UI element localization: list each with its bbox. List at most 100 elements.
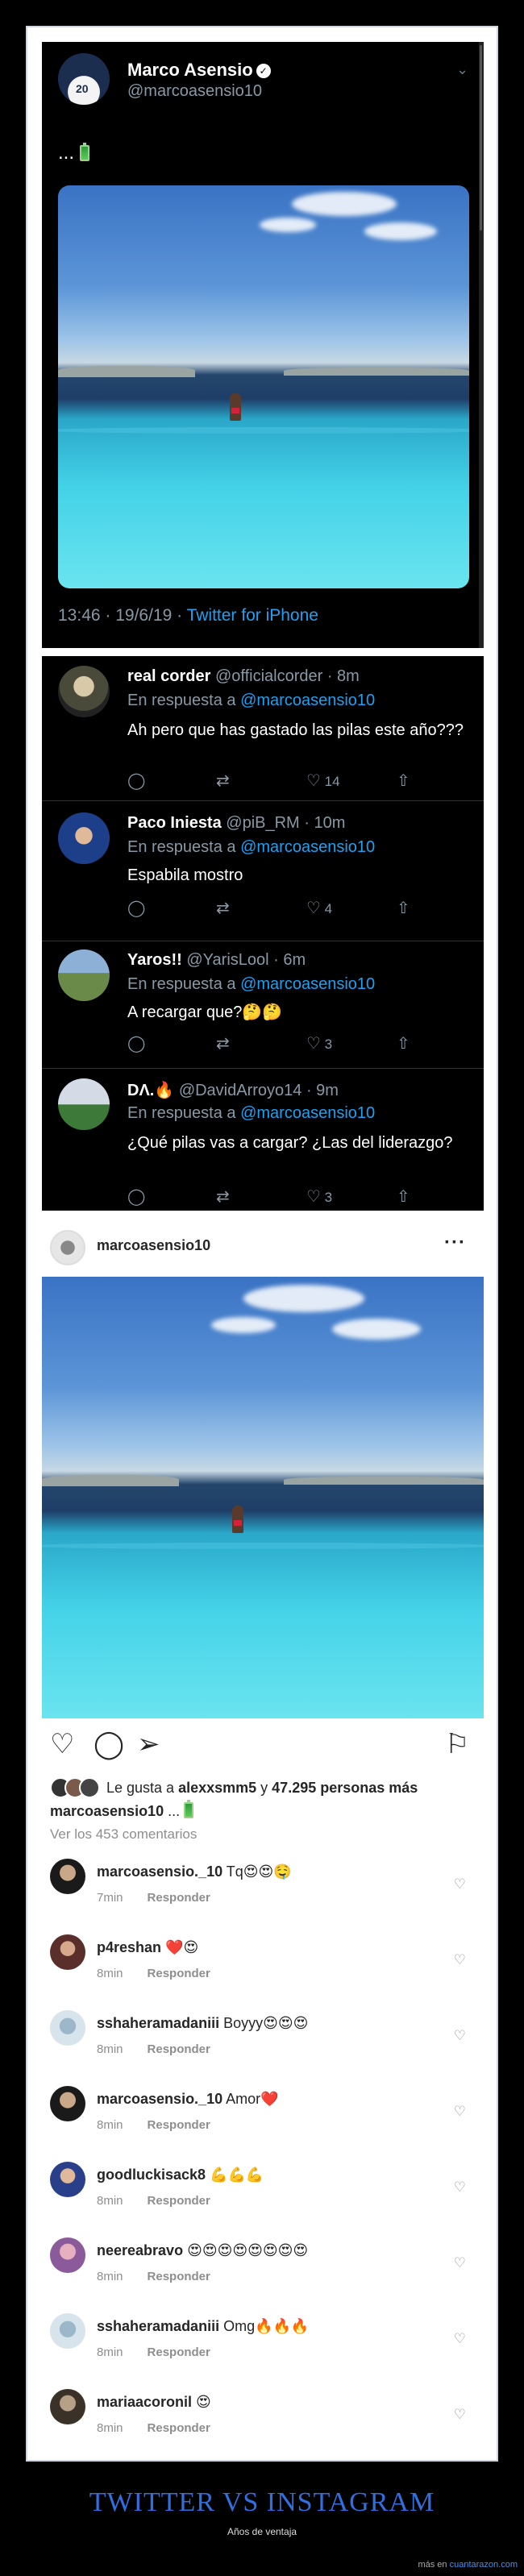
share-icon[interactable]: ⇧ — [397, 771, 410, 791]
avatar[interactable] — [58, 1078, 110, 1130]
post-username[interactable]: marcoasensio10 — [97, 1237, 210, 1254]
scrollbar-thumb[interactable] — [480, 45, 482, 231]
tweet-author-handle[interactable]: @marcoasensio10 — [127, 82, 262, 101]
heart-icon[interactable]: ♡ — [50, 1728, 74, 1760]
comment-username[interactable]: goodluckisack8 — [97, 2167, 206, 2183]
send-icon[interactable]: ➢ — [137, 1728, 160, 1760]
reply-item[interactable]: Yaros!! @YarisLool · 6m En respuesta a @… — [42, 941, 484, 1069]
reply-author[interactable]: Paco Iniesta @piB_RM · 10m — [127, 814, 345, 833]
retweet-icon[interactable]: ⇄ — [216, 771, 230, 791]
reply-author[interactable]: Yaros!! @YarisLool · 6m — [127, 951, 306, 970]
comment-heart-icon[interactable]: ♡ — [454, 2255, 466, 2271]
comment-username[interactable]: sshaheramadaniii — [97, 2318, 219, 2334]
like-button[interactable]: ♡ 3 — [306, 1033, 332, 1053]
liker-username[interactable]: alexxsmm5 — [178, 1780, 256, 1796]
comment-username[interactable]: mariaacoronil — [97, 2394, 192, 2410]
view-all-comments-link[interactable]: Ver los 453 comentarios — [50, 1826, 197, 1843]
tweet-source-link[interactable]: Twitter for iPhone — [187, 606, 318, 625]
comment-heart-icon[interactable]: ♡ — [454, 2331, 466, 2347]
avatar[interactable] — [50, 2010, 85, 2046]
retweet-icon[interactable]: ⇄ — [216, 898, 230, 918]
comment-meta: 8min Responder — [97, 2270, 210, 2283]
reply-item[interactable]: DΛ.🔥 @DavidArroyo14 · 9m En respuesta a … — [42, 1069, 484, 1211]
source-link[interactable]: cuantarazon.com — [450, 2560, 518, 2570]
meme-subtitle: Años de ventaja — [227, 2526, 297, 2537]
mention-link[interactable]: @marcoasensio10 — [240, 692, 375, 709]
more-options-icon[interactable]: ··· — [444, 1232, 466, 1254]
avatar[interactable] — [50, 2162, 85, 2197]
likes-count[interactable]: 47.295 personas más — [272, 1780, 418, 1796]
comment-text: marcoasensio._10 Tq😍😍🤤 — [97, 1863, 292, 1880]
likes-summary[interactable]: Le gusta a alexxsmm5 y 47.295 personas m… — [50, 1777, 418, 1798]
reply-link[interactable]: Responder — [148, 2421, 210, 2435]
comment-heart-icon[interactable]: ♡ — [454, 2028, 466, 2044]
like-count: 3 — [324, 1190, 333, 1205]
avatar[interactable] — [58, 666, 110, 717]
post-photo[interactable] — [42, 1277, 484, 1718]
share-icon[interactable]: ⇧ — [397, 1186, 410, 1207]
avatar[interactable] — [50, 2086, 85, 2121]
reply-link[interactable]: Responder — [148, 2270, 210, 2283]
like-button[interactable]: ♡ 3 — [306, 1186, 332, 1207]
reply-link[interactable]: Responder — [148, 2194, 210, 2208]
avatar[interactable] — [58, 812, 110, 864]
mention-link[interactable]: @marcoasensio10 — [240, 1104, 375, 1122]
comment-username[interactable]: neereabravo — [97, 2242, 183, 2258]
retweet-icon[interactable]: ⇄ — [216, 1033, 230, 1053]
comment-icon[interactable]: ◯ — [127, 1186, 145, 1207]
share-icon[interactable]: ⇧ — [397, 1033, 410, 1053]
reply-author-handle: @officialcorder · 8m — [214, 667, 360, 685]
comment-heart-icon[interactable]: ♡ — [454, 2179, 466, 2196]
avatar[interactable] — [50, 2313, 85, 2349]
reply-item[interactable]: Paco Iniesta @piB_RM · 10m En respuesta … — [42, 801, 484, 941]
caption-username[interactable]: marcoasensio10 — [50, 1803, 164, 1819]
tweet-photo[interactable] — [58, 185, 469, 588]
retweet-icon[interactable]: ⇄ — [216, 1186, 230, 1207]
reply-author-handle: @DavidArroyo14 · 9m — [178, 1082, 339, 1099]
reply-author-handle: @YarisLool · 6m — [186, 951, 306, 969]
comment-heart-icon[interactable]: ♡ — [454, 2407, 466, 2423]
share-icon[interactable]: ⇧ — [397, 898, 410, 918]
reply-link[interactable]: Responder — [148, 2042, 210, 2056]
tweet-text: ... — [58, 142, 89, 164]
comment-username[interactable]: sshaheramadaniii — [97, 2015, 219, 2031]
source-prefix: más en — [418, 2560, 450, 2570]
comment-text: sshaheramadaniii Omg🔥🔥🔥 — [97, 2318, 309, 2335]
caption-text: ... — [164, 1803, 181, 1819]
comment-username[interactable]: marcoasensio._10 — [97, 1863, 222, 1880]
comment-heart-icon[interactable]: ♡ — [454, 1952, 466, 1968]
like-button[interactable]: ♡ 14 — [306, 771, 340, 791]
avatar[interactable] — [50, 2389, 85, 2424]
mention-link[interactable]: @marcoasensio10 — [240, 838, 375, 856]
comment-icon[interactable]: ◯ — [127, 898, 145, 918]
reply-link[interactable]: Responder — [148, 1891, 210, 1905]
like-count: 14 — [324, 774, 340, 789]
reply-link[interactable]: Responder — [148, 2345, 210, 2359]
reply-author[interactable]: DΛ.🔥 @DavidArroyo14 · 9m — [127, 1080, 339, 1100]
comment-time: 7min — [97, 1891, 123, 1905]
chevron-down-icon[interactable]: ⌄ — [456, 61, 468, 78]
comment-icon[interactable]: ◯ — [94, 1728, 124, 1760]
comment-heart-icon[interactable]: ♡ — [454, 1876, 466, 1893]
avatar[interactable] — [50, 1230, 85, 1265]
avatar[interactable]: 20 — [58, 53, 110, 105]
mention-link[interactable]: @marcoasensio10 — [240, 975, 375, 993]
bookmark-icon[interactable]: ⚐ — [445, 1728, 469, 1760]
reply-link[interactable]: Responder — [148, 1967, 210, 1980]
avatar[interactable] — [50, 1934, 85, 1970]
reply-author[interactable]: real corder @officialcorder · 8m — [127, 667, 360, 686]
reply-link[interactable]: Responder — [148, 2118, 210, 2132]
tweet-author-name[interactable]: Marco Asensio ✓ — [127, 60, 271, 81]
reply-item[interactable]: real corder @officialcorder · 8m En resp… — [42, 656, 484, 801]
avatar[interactable] — [50, 1859, 85, 1894]
comment-username[interactable]: marcoasensio._10 — [97, 2091, 222, 2107]
comment-icon[interactable]: ◯ — [127, 771, 145, 791]
reply-actions: ◯ ⇄ ♡ 3 ⇧ — [127, 1186, 466, 1206]
comment-icon[interactable]: ◯ — [127, 1033, 145, 1053]
likes-prefix: Le gusta a — [106, 1780, 179, 1796]
comment-heart-icon[interactable]: ♡ — [454, 2104, 466, 2120]
comment-username[interactable]: p4reshan — [97, 1939, 161, 1955]
like-button[interactable]: ♡ 4 — [306, 898, 332, 918]
avatar[interactable] — [58, 949, 110, 1001]
avatar[interactable] — [50, 2237, 85, 2273]
